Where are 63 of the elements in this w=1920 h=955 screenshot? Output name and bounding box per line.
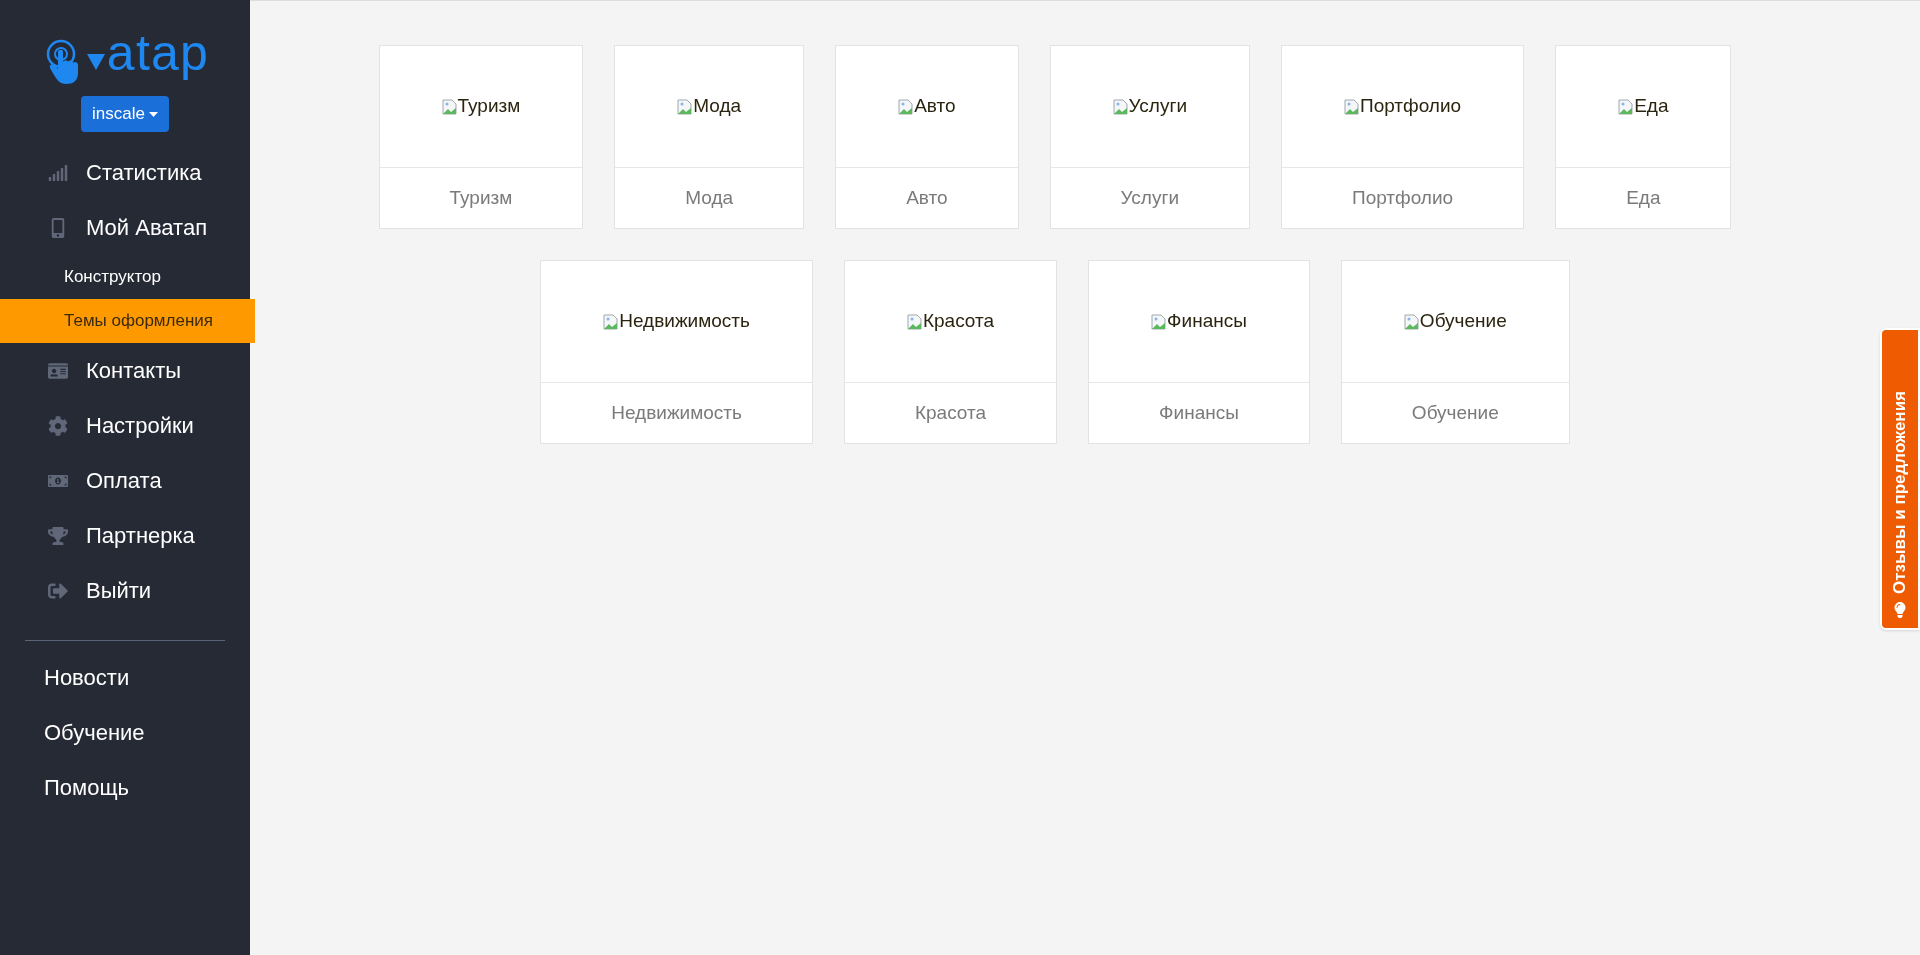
submenu-item[interactable]: Темы оформления [0,299,255,343]
theme-card[interactable]: Обучение Обучение [1340,260,1570,444]
image-alt-text: Туризм [457,94,521,119]
menu-item[interactable]: Мой Аватап [0,200,250,255]
sidebar-link[interactable]: Обучение [0,705,250,760]
broken-image-icon [1618,98,1635,115]
theme-card[interactable]: Недвижимость Недвижимость [540,260,813,444]
theme-card[interactable]: Портфолио Портфолио [1281,45,1525,229]
signal-bars-icon [46,162,70,183]
image-alt-text: Красота [922,309,995,334]
theme-label: Портфолио [1351,185,1455,210]
image-alt-text: Услуги [1128,94,1187,119]
broken-image-icon [1344,98,1360,115]
broken-image-icon [898,98,915,115]
theme-card[interactable]: Еда Еда [1555,45,1732,229]
theme-card[interactable]: Финансы Финансы [1088,260,1310,444]
theme-label: Туризм [448,185,514,210]
theme-label: Еда [1625,185,1662,210]
theme-label: Услуги [1119,185,1180,210]
broken-image-icon [441,98,458,115]
theme-card[interactable]: Авто Авто [835,45,1019,229]
broken-image-icon [906,313,923,330]
broken-image-icon [677,98,694,115]
gear-icon [46,415,70,436]
trophy-icon [46,525,70,546]
menu-item[interactable]: Выйти [0,563,250,618]
image-alt-text: Еда [1634,94,1669,119]
sidebar-link[interactable]: Новости [0,650,250,705]
caret-icon [148,111,158,117]
theme-label: Авто [905,185,949,210]
id-card-icon [46,360,70,381]
account-dropdown-button[interactable]: inscale [81,96,169,132]
logo[interactable]: atap [40,28,210,84]
theme-card[interactable]: Красота Красота [843,260,1058,444]
menu-item[interactable]: Контакты [0,343,250,398]
menu-item[interactable]: Статистика [0,145,250,200]
image-alt-text: Финансы [1167,309,1247,334]
image-alt-text: Мода [693,94,742,119]
menu-item[interactable]: Партнерка [0,508,250,563]
theme-card[interactable]: Услуги Услуги [1049,45,1250,229]
feedback-label: Отзывы и предложения [1889,391,1911,594]
broken-image-icon [1112,98,1129,115]
submenu-item[interactable]: Конструктор [0,255,250,299]
broken-image-icon [1403,313,1420,330]
lightbulb-icon [1892,602,1908,618]
theme-label: Обучение [1410,400,1500,425]
broken-image-icon [603,313,620,330]
logo-text: atap [106,28,210,78]
menu-item[interactable]: Настройки [0,398,250,453]
triangle-icon [86,54,105,70]
image-alt-text: Недвижимость [619,309,750,334]
theme-card[interactable]: Туризм Туризм [378,45,584,229]
theme-label: Финансы [1158,400,1240,425]
theme-label: Красота [913,400,988,425]
theme-label: Мода [684,185,735,210]
broken-image-icon [1151,313,1168,330]
theme-label: Недвижимость [610,400,743,425]
image-alt-text: Обучение [1419,309,1507,334]
theme-card[interactable]: Мода Мода [614,45,805,229]
image-alt-text: Авто [914,94,956,119]
sidebar-link[interactable]: Помощь [0,760,250,815]
menu-item[interactable]: Оплата [0,453,250,508]
image-alt-text: Портфолио [1360,94,1462,119]
